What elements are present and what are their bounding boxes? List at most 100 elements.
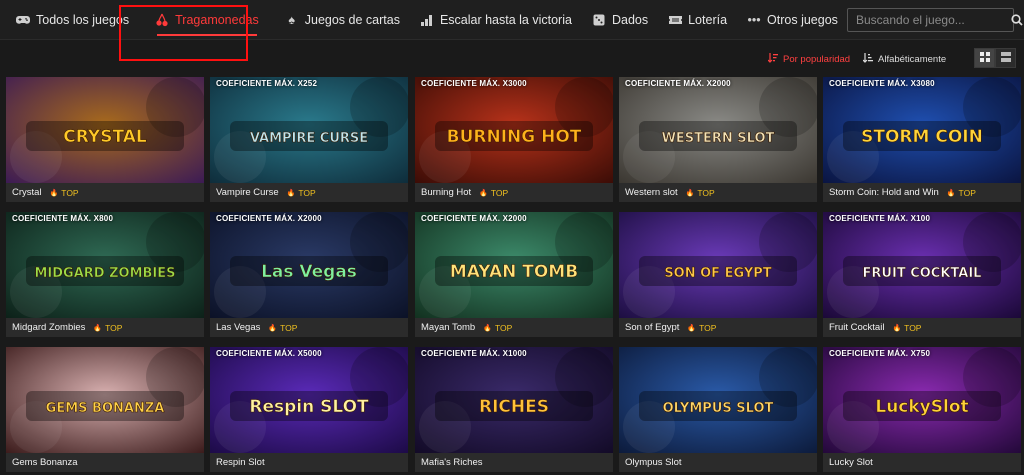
- dots-icon: •••: [747, 12, 761, 27]
- game-title: Mayan Tomb: [421, 322, 476, 333]
- top-badge-label: TOP: [494, 322, 513, 333]
- sort-by-popularity[interactable]: Por popularidad: [767, 48, 850, 70]
- game-caption: Olympus Slot: [619, 453, 817, 472]
- game-title: Midgard Zombies: [12, 322, 86, 333]
- top-badge-label: TOP: [61, 187, 79, 198]
- max-coefficient-label: COEFICIENTE MÁX. X2000: [421, 214, 527, 223]
- game-thumbnail[interactable]: OLYMPUS SLOT: [619, 347, 817, 453]
- top-badge-label: TOP: [699, 322, 717, 333]
- nav-item-climb-to-victory[interactable]: Escalar hasta la victoria: [414, 0, 578, 40]
- top-badge-label: TOP: [490, 187, 509, 198]
- game-card[interactable]: FRUIT COCKTAIL COEFICIENTE MÁX. X100 Fruit…: [823, 212, 1021, 337]
- game-thumbnail[interactable]: CRYSTAL: [6, 77, 204, 183]
- game-logo-text: MIDGARD ZOMBIES: [34, 266, 175, 281]
- grid-icon: [979, 49, 990, 67]
- max-coefficient-label: COEFICIENTE MÁX. X3080: [829, 79, 935, 88]
- game-thumbnail[interactable]: BURNING HOT: [415, 77, 613, 183]
- game-caption: Son of Egypt 🔥 TOP: [619, 318, 817, 337]
- game-caption: Gems Bonanza: [6, 453, 204, 472]
- top-badge: 🔥 TOP: [479, 188, 508, 198]
- game-title: Fruit Cocktail: [829, 322, 885, 333]
- game-card[interactable]: Respin SLOT COEFICIENTE MÁX. X5000 Respin …: [210, 347, 408, 472]
- max-coefficient-label: COEFICIENTE MÁX. X800: [12, 214, 114, 223]
- ticket-icon: [668, 13, 682, 27]
- game-card[interactable]: LuckySlot COEFICIENTE MÁX. X750 Lucky Slot: [823, 347, 1021, 472]
- nav-item-other-games[interactable]: ••• Otros juegos: [741, 0, 844, 40]
- game-card[interactable]: GEMS BONANZA Gems Bonanza: [6, 347, 204, 472]
- top-badge-label: TOP: [904, 322, 922, 333]
- top-badge: 🔥 TOP: [687, 323, 716, 333]
- dice-icon: [592, 13, 606, 27]
- game-thumbnail[interactable]: Respin SLOT: [210, 347, 408, 453]
- flame-icon: 🔥: [93, 324, 103, 332]
- nav-item-all-games[interactable]: Todos los juegos: [10, 0, 135, 40]
- game-thumbnail[interactable]: RICHES: [415, 347, 613, 453]
- game-thumbnail[interactable]: MAYAN TOMB: [415, 212, 613, 318]
- search-input[interactable]: [848, 9, 1011, 31]
- game-card[interactable]: WESTERN SLOT COEFICIENTE MÁX. X2000 Wester…: [619, 77, 817, 202]
- top-badge-label: TOP: [697, 187, 715, 198]
- grid-view-button[interactable]: [974, 48, 995, 68]
- game-caption: Burning Hot 🔥 TOP: [415, 183, 613, 202]
- top-badge-label: TOP: [280, 322, 298, 333]
- game-thumbnail[interactable]: MIDGARD ZOMBIES: [6, 212, 204, 318]
- game-caption: Fruit Cocktail 🔥 TOP: [823, 318, 1021, 337]
- game-caption: Western slot 🔥 TOP: [619, 183, 817, 202]
- game-card[interactable]: STORM COIN COEFICIENTE MÁX. X3080 Storm Co…: [823, 77, 1021, 202]
- game-thumbnail[interactable]: STORM COIN: [823, 77, 1021, 183]
- game-logo-text: VAMPIRE CURSE: [250, 131, 368, 146]
- game-thumbnail[interactable]: SON OF EGYPT: [619, 212, 817, 318]
- nav-item-slots[interactable]: Tragamonedas: [149, 0, 265, 40]
- game-thumbnail[interactable]: WESTERN SLOT: [619, 77, 817, 183]
- game-caption: Mayan Tomb 🔥 TOP: [415, 318, 613, 337]
- game-card[interactable]: CRYSTAL Crystal 🔥 TOP: [6, 77, 204, 202]
- game-caption: Las Vegas 🔥 TOP: [210, 318, 408, 337]
- game-thumbnail[interactable]: FRUIT COCKTAIL: [823, 212, 1021, 318]
- nav-label: Todos los juegos: [36, 12, 130, 27]
- game-thumbnail[interactable]: GEMS BONANZA: [6, 347, 204, 453]
- game-card[interactable]: MAYAN TOMB COEFICIENTE MÁX. X2000 Mayan To…: [415, 212, 613, 337]
- game-title: Lucky Slot: [829, 457, 873, 468]
- sort-alphabetical[interactable]: Alfabéticamente: [862, 48, 947, 70]
- flame-icon: 🔥: [685, 189, 695, 197]
- game-card[interactable]: VAMPIRE CURSE COEFICIENTE MÁX. X252 Vampir…: [210, 77, 408, 202]
- game-logo-text: CRYSTAL: [63, 127, 147, 147]
- game-card[interactable]: Las Vegas COEFICIENTE MÁX. X2000 Las Vegas…: [210, 212, 408, 337]
- nav-item-card-games[interactable]: ♠ Juegos de cartas: [279, 0, 406, 40]
- game-card[interactable]: SON OF EGYPT Son of Egypt 🔥 TOP: [619, 212, 817, 337]
- game-logo-text: FRUIT COCKTAIL: [863, 266, 982, 281]
- list-icon: [1000, 49, 1011, 67]
- game-logo-text: GEMS BONANZA: [46, 401, 165, 416]
- flame-icon: 🔥: [483, 324, 492, 332]
- game-logo-text: Respin SLOT: [249, 397, 369, 417]
- bars-icon: [420, 13, 434, 27]
- game-title: Storm Coin: Hold and Win: [829, 187, 939, 198]
- nav-label: Otros juegos: [767, 12, 838, 27]
- top-badge: 🔥 TOP: [50, 188, 79, 198]
- top-badge: 🔥 TOP: [483, 323, 512, 333]
- nav-item-lottery[interactable]: Lotería: [662, 0, 733, 40]
- flame-icon: 🔥: [687, 324, 697, 332]
- max-coefficient-label: COEFICIENTE MÁX. X2000: [625, 79, 731, 88]
- game-card[interactable]: MIDGARD ZOMBIES COEFICIENTE MÁX. X800 Midg…: [6, 212, 204, 337]
- game-title: Gems Bonanza: [12, 457, 78, 468]
- sort-label: Alfabéticamente: [878, 53, 947, 65]
- list-view-button[interactable]: [995, 48, 1016, 68]
- game-card[interactable]: OLYMPUS SLOT Olympus Slot: [619, 347, 817, 472]
- game-thumbnail[interactable]: Las Vegas: [210, 212, 408, 318]
- search-box: [847, 8, 1023, 32]
- nav-item-dice[interactable]: Dados: [586, 0, 654, 40]
- top-badge-label: TOP: [958, 187, 976, 198]
- game-title: Western slot: [625, 187, 678, 198]
- game-thumbnail[interactable]: LuckySlot: [823, 347, 1021, 453]
- sort-alpha-icon: [862, 52, 873, 66]
- top-badge-label: TOP: [298, 187, 316, 198]
- game-card[interactable]: BURNING HOT COEFICIENTE MÁX. X3000 Burning…: [415, 77, 613, 202]
- game-logo-text: MAYAN TOMB: [450, 262, 578, 282]
- search-icon[interactable]: [1011, 14, 1023, 26]
- game-card[interactable]: RICHES COEFICIENTE MÁX. X1000 Mafia's Rich…: [415, 347, 613, 472]
- top-badge-label: TOP: [105, 322, 123, 333]
- game-thumbnail[interactable]: VAMPIRE CURSE: [210, 77, 408, 183]
- game-title: Crystal: [12, 187, 42, 198]
- max-coefficient-label: COEFICIENTE MÁX. X100: [829, 214, 931, 223]
